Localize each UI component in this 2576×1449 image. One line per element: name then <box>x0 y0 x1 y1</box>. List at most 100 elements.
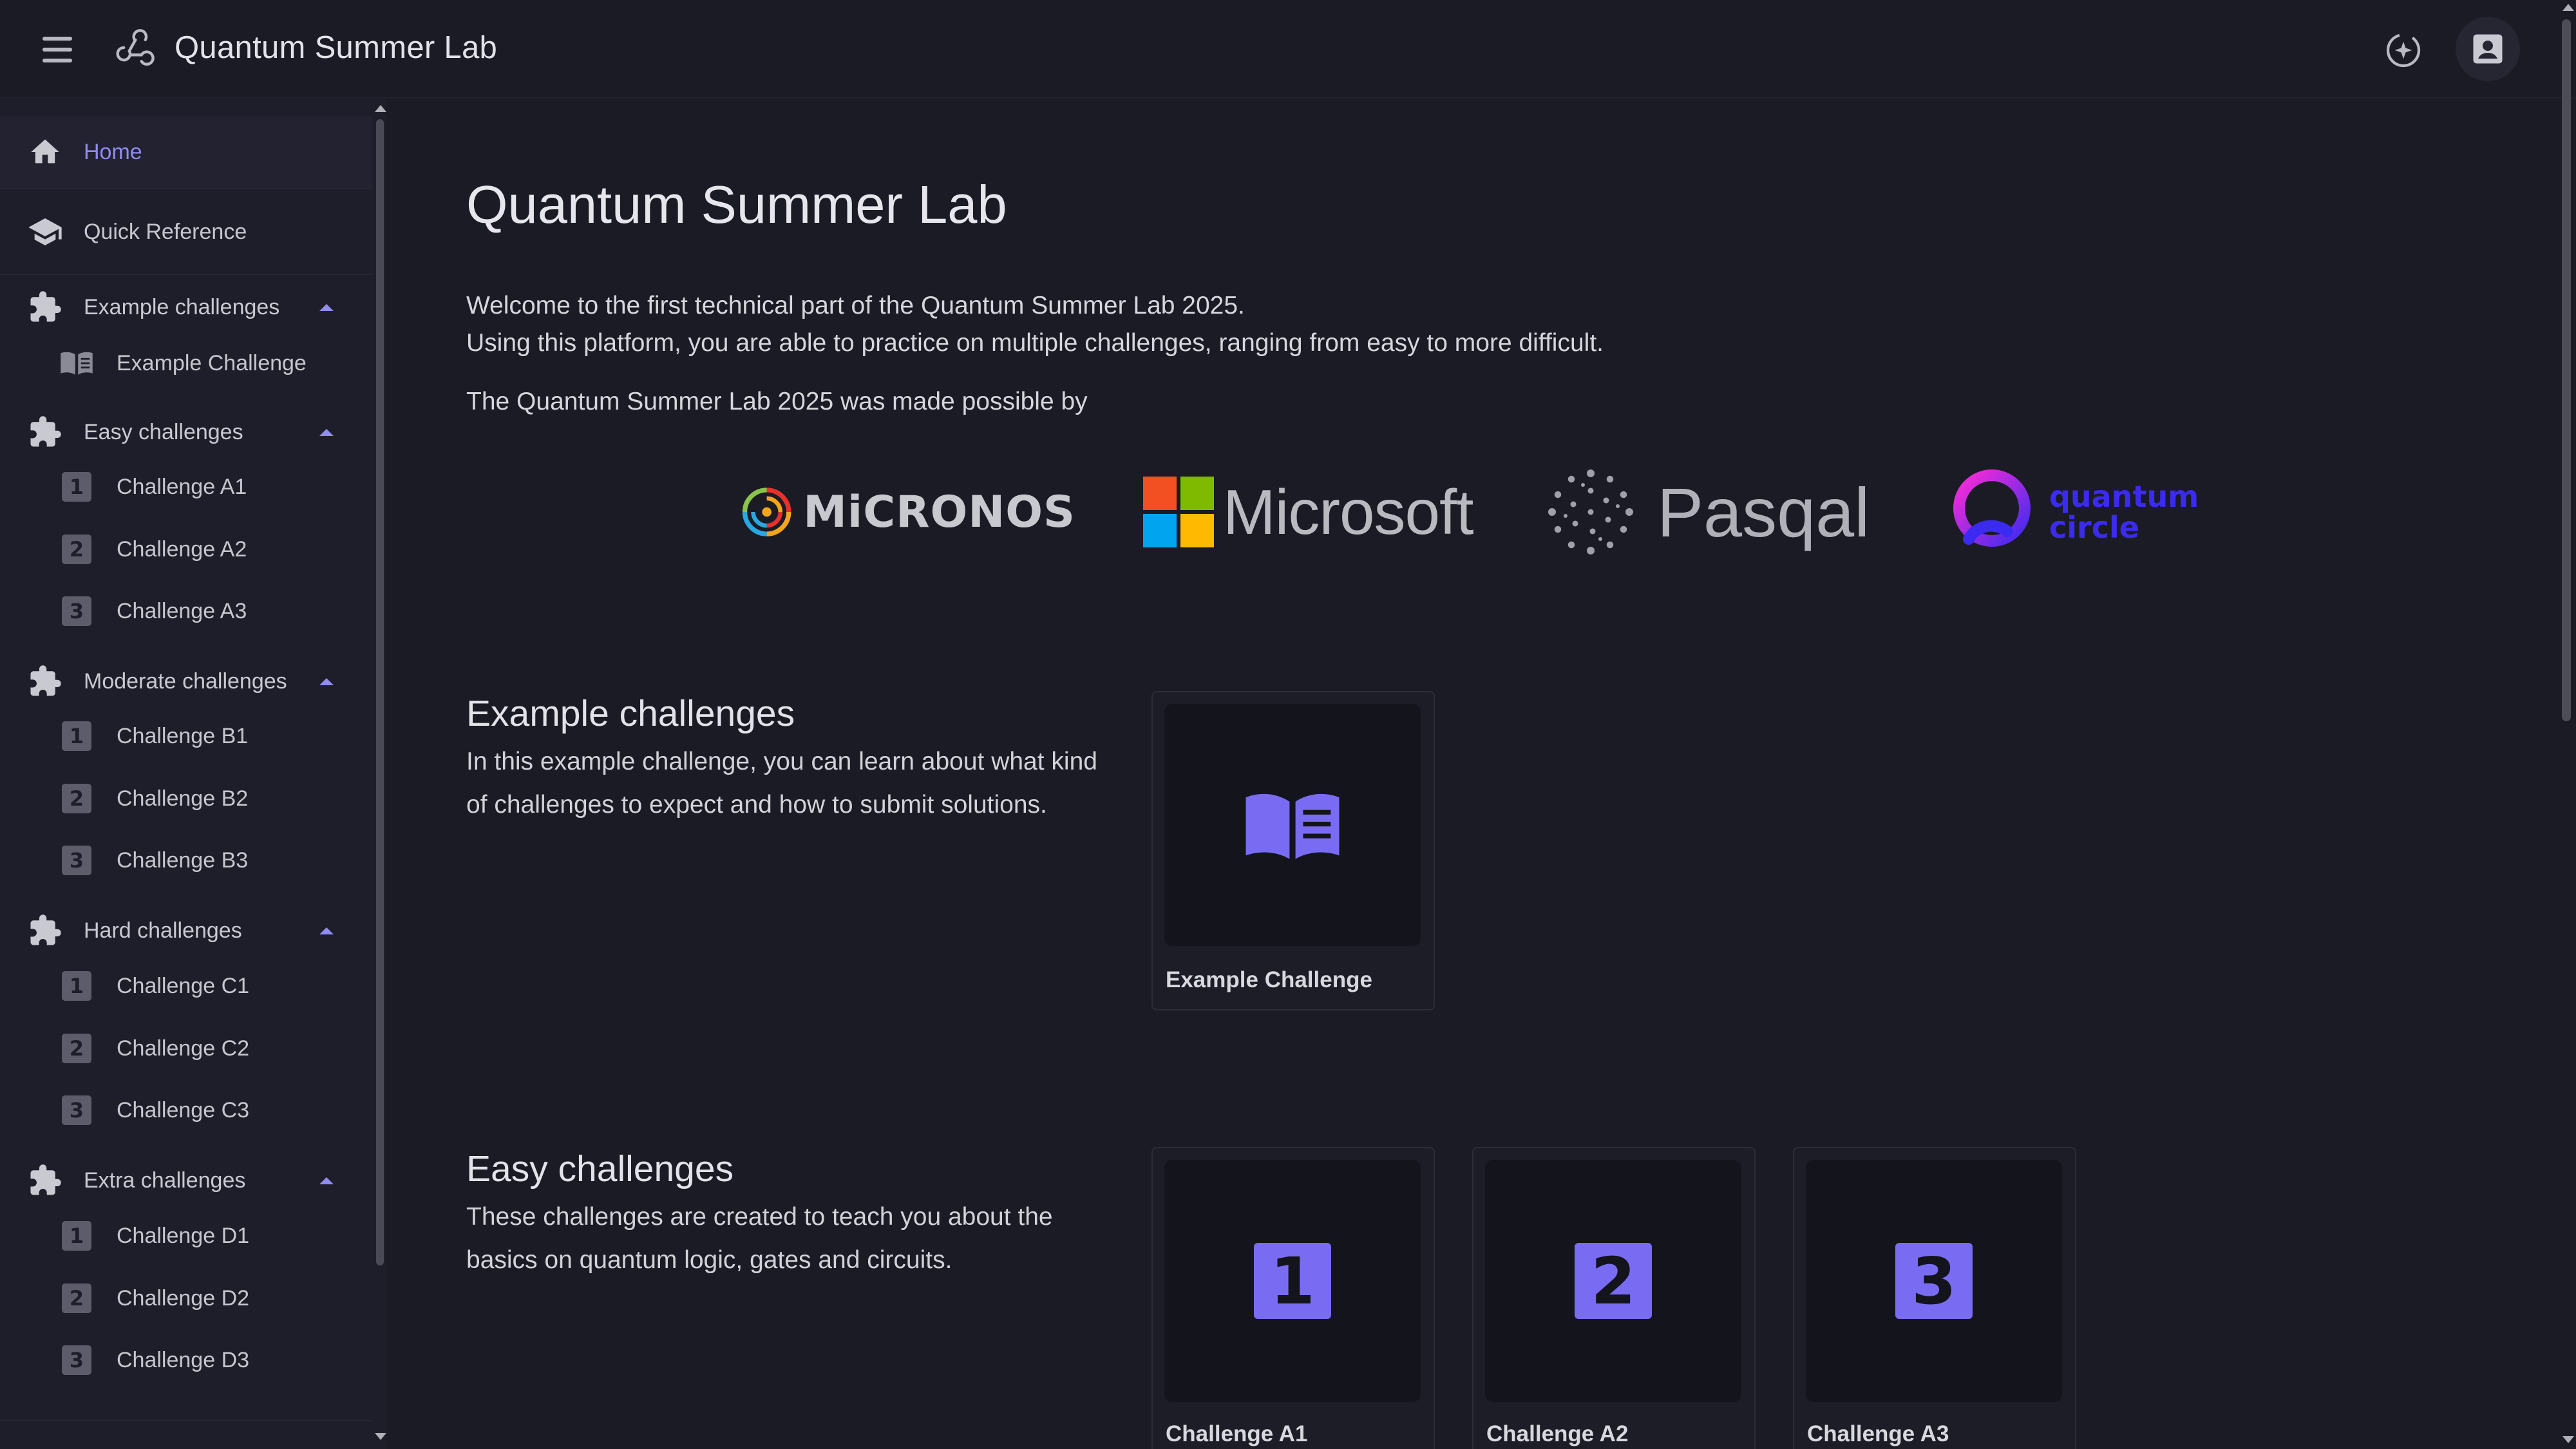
account-box-icon[interactable] <box>2456 17 2520 81</box>
number-3-icon: 3 <box>1895 1243 1973 1319</box>
divider <box>0 1420 372 1421</box>
number-3-icon: 3 <box>59 1343 94 1378</box>
number-1-icon: 1 <box>59 969 94 1003</box>
section-title-example-challenges: Example challenges <box>466 693 795 734</box>
theme-toggle-icon[interactable] <box>2376 23 2430 77</box>
number-badge: 1 <box>62 971 91 1001</box>
sidebar-scrollbar-thumb[interactable] <box>376 119 384 1265</box>
card-media: 3 <box>1806 1160 2062 1402</box>
intro-text: Welcome to the first technical part of t… <box>466 287 1604 362</box>
main-content: Quantum Summer Lab Welcome to the first … <box>386 100 2576 1449</box>
card-label: Challenge A3 <box>1807 1421 1949 1446</box>
number-3-icon: 3 <box>59 594 94 629</box>
sidebar-item-label: Challenge A2 <box>117 536 247 562</box>
micronos-logo[interactable]: MiCRONOS <box>741 464 1075 560</box>
sidebar-item-challenge-b2[interactable]: 2 Challenge B2 <box>0 769 372 828</box>
sidebar-item-challenge-c2[interactable]: 2 Challenge C2 <box>0 1019 372 1078</box>
card-challenge-a2[interactable]: 2 Challenge A2 <box>1472 1147 1756 1449</box>
sidebar-group-extra-challenges[interactable]: Extra challenges <box>0 1153 372 1208</box>
sidebar-group-easy-challenges[interactable]: Easy challenges <box>0 405 372 459</box>
sidebar-item-label: Challenge C3 <box>117 1097 250 1122</box>
puzzle-icon <box>27 913 63 949</box>
card-label: Challenge A2 <box>1486 1421 1629 1446</box>
sidebar-item-example-challenge[interactable]: Example Challenge <box>0 337 372 390</box>
quantum-circle-wordmark: quantum circle <box>2049 481 2199 543</box>
sidebar-group-label: Hard challenges <box>84 918 242 943</box>
number-badge: 1 <box>62 721 91 751</box>
sidebar-item-quick-reference[interactable]: Quick Reference <box>0 190 372 274</box>
chevron-up-icon[interactable] <box>316 1170 337 1191</box>
number-2-icon: 2 <box>1575 1243 1652 1319</box>
number-badge: 2 <box>62 784 91 813</box>
number-3-icon: 3 <box>59 1093 94 1128</box>
page-scroll-up-arrow[interactable] <box>2562 4 2574 11</box>
sidebar-item-label: Challenge B2 <box>117 786 249 811</box>
card-challenge-a3[interactable]: 3 Challenge A3 <box>1793 1147 2076 1449</box>
section-title-easy-challenges: Easy challenges <box>466 1148 734 1189</box>
card-challenge-a1[interactable]: 1 Challenge A1 <box>1151 1147 1435 1449</box>
sidebar-item-challenge-a2[interactable]: 2 Challenge A2 <box>0 520 372 579</box>
quantum-circle-logo[interactable]: quantum circle <box>1944 464 2221 560</box>
number-2-icon: 2 <box>59 1031 94 1066</box>
sidebar-item-challenge-b3[interactable]: 3 Challenge B3 <box>0 831 372 890</box>
micronos-mark-icon <box>742 488 791 536</box>
sidebar-item-challenge-a3[interactable]: 3 Challenge A3 <box>0 582 372 641</box>
sidebar-item-label: Challenge B1 <box>117 723 249 748</box>
card-label: Example Challenge <box>1166 967 1372 992</box>
number-1-icon: 1 <box>59 719 94 753</box>
chevron-up-icon[interactable] <box>316 670 337 692</box>
home-icon <box>27 134 63 170</box>
microsoft-squares-icon <box>1143 477 1214 547</box>
sidebar-item-challenge-d1[interactable]: 1 Challenge D1 <box>0 1206 372 1265</box>
number-badge: 3 <box>62 1345 91 1375</box>
chevron-up-icon[interactable] <box>316 920 337 942</box>
sidebar-scroll-up-arrow[interactable] <box>375 105 386 112</box>
number-2-icon: 2 <box>59 1281 94 1316</box>
sidebar-item-label: Home <box>84 139 142 164</box>
puzzle-icon <box>27 1162 63 1198</box>
book-open-icon <box>1245 793 1340 859</box>
sidebar-group-example-challenges[interactable]: Example challenges <box>0 280 372 334</box>
pasqal-logo[interactable]: Pasqal <box>1542 464 1877 560</box>
sidebar-item-challenge-d2[interactable]: 2 Challenge D2 <box>0 1269 372 1328</box>
chevron-up-icon[interactable] <box>316 421 337 443</box>
number-2-icon: 2 <box>59 781 94 816</box>
number-1-icon: 1 <box>59 1218 94 1253</box>
card-media: 1 <box>1164 1160 1421 1402</box>
number-badge: 2 <box>62 1034 91 1063</box>
sidebar-item-challenge-b1[interactable]: 1 Challenge B1 <box>0 706 372 766</box>
sidebar-item-challenge-a1[interactable]: 1 Challenge A1 <box>0 457 372 516</box>
microsoft-logo[interactable]: Microsoft <box>1143 464 1478 560</box>
micronos-wordmark: MiCRONOS <box>803 486 1075 538</box>
sidebar-item-challenge-c1[interactable]: 1 Challenge C1 <box>0 956 372 1016</box>
page-scroll-down-arrow[interactable] <box>2562 1436 2574 1443</box>
sponsor-line: The Quantum Summer Lab 2025 was made pos… <box>466 388 1088 415</box>
sidebar-group-moderate-challenges[interactable]: Moderate challenges <box>0 654 372 708</box>
sidebar-item-label: Challenge D2 <box>117 1285 250 1311</box>
card-media: 2 <box>1485 1160 1741 1402</box>
webhook-logo-icon[interactable] <box>113 28 156 71</box>
page-title: Quantum Summer Lab <box>466 175 1007 234</box>
sidebar-item-challenge-d3[interactable]: 3 Challenge D3 <box>0 1331 372 1390</box>
sidebar-scroll-down-arrow[interactable] <box>375 1433 386 1440</box>
quantum-circle-line2: circle <box>2049 510 2139 545</box>
divider <box>0 274 372 275</box>
card-label: Challenge A1 <box>1166 1421 1308 1446</box>
sidebar-item-label: Challenge C2 <box>117 1036 250 1061</box>
sidebar-item-home[interactable]: Home <box>0 116 372 188</box>
sidebar-group-hard-challenges[interactable]: Hard challenges <box>0 904 372 958</box>
sidebar-item-challenge-c3[interactable]: 3 Challenge C3 <box>0 1081 372 1140</box>
page-scrollbar-thumb[interactable] <box>2562 19 2571 721</box>
card-example-challenge[interactable]: Example Challenge <box>1151 691 1435 1010</box>
app-title[interactable]: Quantum Summer Lab <box>175 30 497 66</box>
sidebar-item-label: Example Challenge <box>117 350 307 375</box>
chevron-up-icon[interactable] <box>316 296 337 318</box>
intro-line: Welcome to the first technical part of t… <box>466 292 1245 319</box>
number-3-icon: 3 <box>59 843 94 878</box>
sidebar-item-label: Challenge D1 <box>117 1223 250 1248</box>
quantum-circle-line1: quantum <box>2049 479 2199 514</box>
section-description: In this example challenge, you can learn… <box>466 748 1097 819</box>
hamburger-menu-icon[interactable] <box>33 28 81 71</box>
sidebar-scrollbar[interactable] <box>376 119 385 1265</box>
sidebar-item-label: Challenge A1 <box>117 474 247 499</box>
